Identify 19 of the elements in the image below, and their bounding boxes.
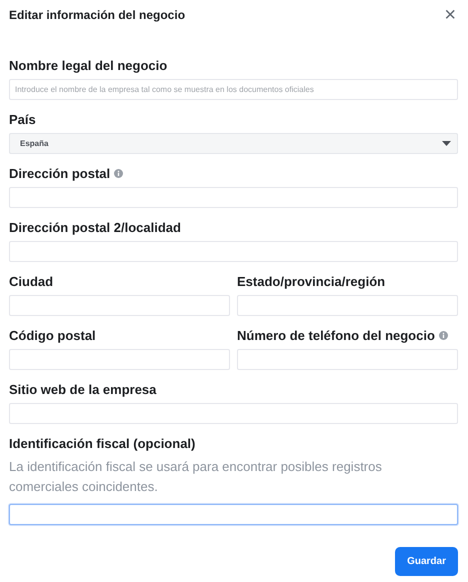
- field-label: Dirección postal 2/localidad: [9, 220, 181, 234]
- info-icon[interactable]: [438, 330, 448, 340]
- field-label: Código postal: [9, 328, 96, 342]
- country-dropdown[interactable]: España: [9, 133, 458, 154]
- field-label: Nombre legal del negocio: [9, 58, 168, 72]
- field-label: Sitio web de la empresa: [9, 382, 156, 396]
- field-label: Identificación fiscal (opcional): [9, 436, 196, 450]
- field-label: Dirección postal: [9, 166, 110, 180]
- field-label: Número de teléfono del negocio: [237, 328, 435, 342]
- field-label: País: [9, 112, 36, 126]
- save-button[interactable]: Guardar: [395, 547, 458, 576]
- close-button[interactable]: ×: [442, 5, 458, 25]
- field-label: Estado/provincia/región: [237, 274, 386, 288]
- field-description: La identificación fiscal se usará para encontrar posibles registros comerciales coincidentes.: [9, 458, 383, 496]
- caret-icon: [442, 141, 451, 146]
- input-field[interactable]: [9, 504, 458, 525]
- field-label: Ciudad: [9, 274, 54, 288]
- info-icon[interactable]: [114, 168, 124, 178]
- dialog-title: Editar información del negocio: [9, 8, 186, 22]
